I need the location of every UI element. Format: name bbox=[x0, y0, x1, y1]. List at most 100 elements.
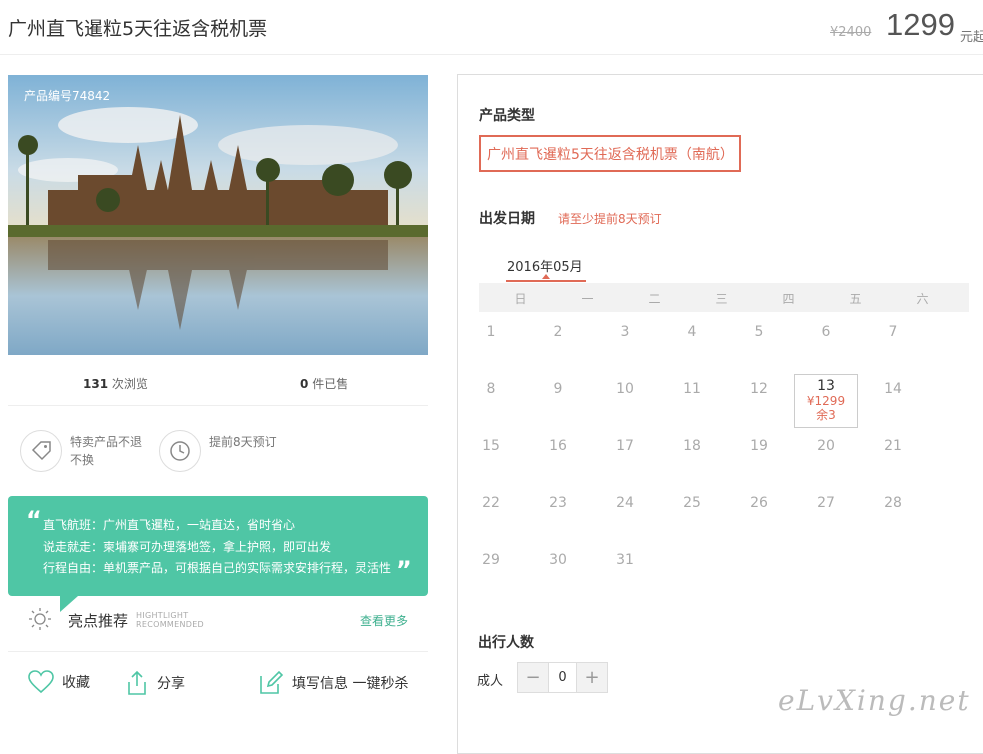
adult-label: 成人 bbox=[477, 674, 504, 689]
calendar-weekday-header: 日 一 二 三 四 五 六 bbox=[479, 283, 969, 312]
highlights-bubble: “ 直飞航班：广州直飞暹粒，一站直达，省时省心 说走就走：柬埔寨可办理落地签，拿… bbox=[8, 496, 428, 612]
decrement-button[interactable]: − bbox=[518, 663, 548, 692]
clock-icon bbox=[159, 430, 201, 472]
adult-count-value[interactable]: 0 bbox=[548, 663, 577, 692]
calendar-day: 4 bbox=[687, 324, 697, 340]
adult-count-stepper: − 0 + bbox=[517, 662, 608, 693]
weekday: 日 bbox=[514, 292, 527, 306]
highlight-en-line: HIGHTLIGHT bbox=[136, 611, 189, 620]
calendar-day: 28 bbox=[884, 495, 902, 511]
month-underline bbox=[506, 280, 586, 282]
calendar-day: 6 bbox=[821, 324, 831, 340]
departure-date-label: 出发日期 bbox=[479, 211, 535, 227]
calendar-day: 25 bbox=[683, 495, 701, 511]
open-quote-icon: “ bbox=[26, 506, 42, 534]
edit-icon bbox=[260, 670, 284, 694]
share-icon bbox=[128, 670, 146, 695]
page-header: 广州直飞暹粒5天往返含税机票 ¥2400 1299 元起 bbox=[0, 0, 983, 55]
calendar-day: 19 bbox=[750, 438, 768, 454]
month-caret-icon bbox=[542, 274, 550, 279]
travelers-label: 出行人数 bbox=[478, 635, 534, 651]
calendar-day: 27 bbox=[817, 495, 835, 511]
close-quote-icon: ” bbox=[396, 556, 412, 584]
highlight-en-line: RECOMMENDED bbox=[136, 620, 205, 629]
increment-button[interactable]: + bbox=[577, 663, 607, 692]
calendar-day: 9 bbox=[553, 381, 563, 397]
calendar-day: 2 bbox=[553, 324, 563, 340]
share-button[interactable]: 分享 bbox=[125, 670, 185, 696]
highlight-header: 亮点推荐 HIGHTLIGHT RECOMMENDED 查看更多 bbox=[8, 602, 428, 652]
product-image[interactable]: 产品编号74842 bbox=[8, 75, 428, 355]
calendar-month[interactable]: 2016年05月 bbox=[507, 256, 583, 275]
feature-no-refund: 特卖产品不退不换 bbox=[20, 430, 142, 472]
weekday: 六 bbox=[916, 292, 929, 306]
calendar-day-available[interactable]: 13 ¥1299 余3 bbox=[794, 374, 858, 428]
original-price: ¥2400 bbox=[830, 25, 872, 40]
day-number: 13 bbox=[817, 378, 835, 394]
views-stat: 131 次浏览 bbox=[83, 375, 148, 392]
weekday: 二 bbox=[648, 292, 661, 306]
calendar-day: 14 bbox=[884, 381, 902, 397]
calendar-day: 24 bbox=[616, 495, 634, 511]
calendar-day: 31 bbox=[616, 552, 634, 568]
view-more-link[interactable]: 查看更多 bbox=[360, 612, 408, 629]
highlight-line: 说走就走：柬埔寨可办理落地签，拿上护照，即可出发 bbox=[43, 540, 332, 554]
fill-info-button[interactable]: 填写信息 一键秒杀 bbox=[258, 670, 408, 696]
sun-icon bbox=[29, 608, 51, 630]
calendar-day: 11 bbox=[683, 381, 701, 397]
fill-info-label: 填写信息 一键秒杀 bbox=[292, 676, 409, 692]
tag-icon bbox=[20, 430, 62, 472]
day-remaining: 余3 bbox=[816, 408, 836, 422]
calendar-day: 21 bbox=[884, 438, 902, 454]
sold-stat: 0 件已售 bbox=[300, 375, 348, 392]
departure-notice: 请至少提前8天预订 bbox=[558, 212, 662, 226]
calendar-day: 29 bbox=[482, 552, 500, 568]
weekday: 五 bbox=[849, 292, 862, 306]
share-label: 分享 bbox=[157, 676, 185, 692]
feature-text: 特卖产品不退不换 bbox=[70, 435, 143, 467]
product-number: 产品编号74842 bbox=[24, 89, 111, 103]
action-bar: 收藏 分享 填写信息 一键秒杀 bbox=[8, 660, 428, 710]
calendar-day: 30 bbox=[549, 552, 567, 568]
calendar-day: 23 bbox=[549, 495, 567, 511]
angkor-wat-image bbox=[8, 75, 428, 355]
calendar-day: 15 bbox=[482, 438, 500, 454]
stats-bar: 131 次浏览 0 件已售 bbox=[8, 362, 428, 406]
calendar-day: 20 bbox=[817, 438, 835, 454]
calendar-day: 3 bbox=[620, 324, 630, 340]
calendar-day: 8 bbox=[486, 381, 496, 397]
heart-icon bbox=[28, 670, 54, 694]
product-type-label: 产品类型 bbox=[479, 108, 535, 124]
calendar-day: 22 bbox=[482, 495, 500, 511]
weekday: 四 bbox=[782, 292, 795, 306]
highlight-title: 亮点推荐 bbox=[68, 612, 129, 630]
weekday: 一 bbox=[581, 292, 594, 306]
feature-badges: 特卖产品不退不换 提前8天预订 bbox=[8, 420, 428, 480]
watermark: eLvXing.net bbox=[778, 684, 971, 717]
highlight-line: 直飞航班：广州直飞暹粒，一站直达，省时省心 bbox=[43, 518, 296, 532]
weekday: 三 bbox=[715, 292, 728, 306]
calendar-day: 16 bbox=[549, 438, 567, 454]
page-title: 广州直飞暹粒5天往返含税机票 bbox=[8, 18, 268, 40]
calendar-day: 18 bbox=[683, 438, 701, 454]
calendar-day: 17 bbox=[616, 438, 634, 454]
calendar-day: 10 bbox=[616, 381, 634, 397]
favorite-button[interactable]: 收藏 bbox=[28, 670, 90, 694]
calendar-day: 7 bbox=[888, 324, 898, 340]
highlight-title-en: HIGHTLIGHT RECOMMENDED bbox=[136, 611, 204, 629]
sold-count: 0 bbox=[300, 377, 309, 391]
sold-label: 件已售 bbox=[312, 377, 349, 391]
favorite-label: 收藏 bbox=[62, 675, 90, 691]
calendar-day: 12 bbox=[750, 381, 768, 397]
product-type-option[interactable]: 广州直飞暹粒5天往返含税机票（南航） bbox=[479, 135, 741, 172]
calendar-day: 5 bbox=[754, 324, 764, 340]
day-price: ¥1299 bbox=[806, 394, 846, 408]
calendar-day: 26 bbox=[750, 495, 768, 511]
booking-panel: 产品类型 广州直飞暹粒5天往返含税机票（南航） 出发日期 请至少提前8天预订 2… bbox=[457, 74, 983, 754]
current-price: 1299 bbox=[886, 7, 955, 42]
views-label: 次浏览 bbox=[111, 377, 148, 391]
views-count: 131 bbox=[83, 377, 109, 391]
feature-text: 提前8天预订 bbox=[209, 435, 277, 449]
price-unit: 元起 bbox=[960, 30, 983, 45]
highlight-line: 行程自由：单机票产品，可根据自己的实际需求安排行程，灵活性 bbox=[43, 561, 392, 575]
